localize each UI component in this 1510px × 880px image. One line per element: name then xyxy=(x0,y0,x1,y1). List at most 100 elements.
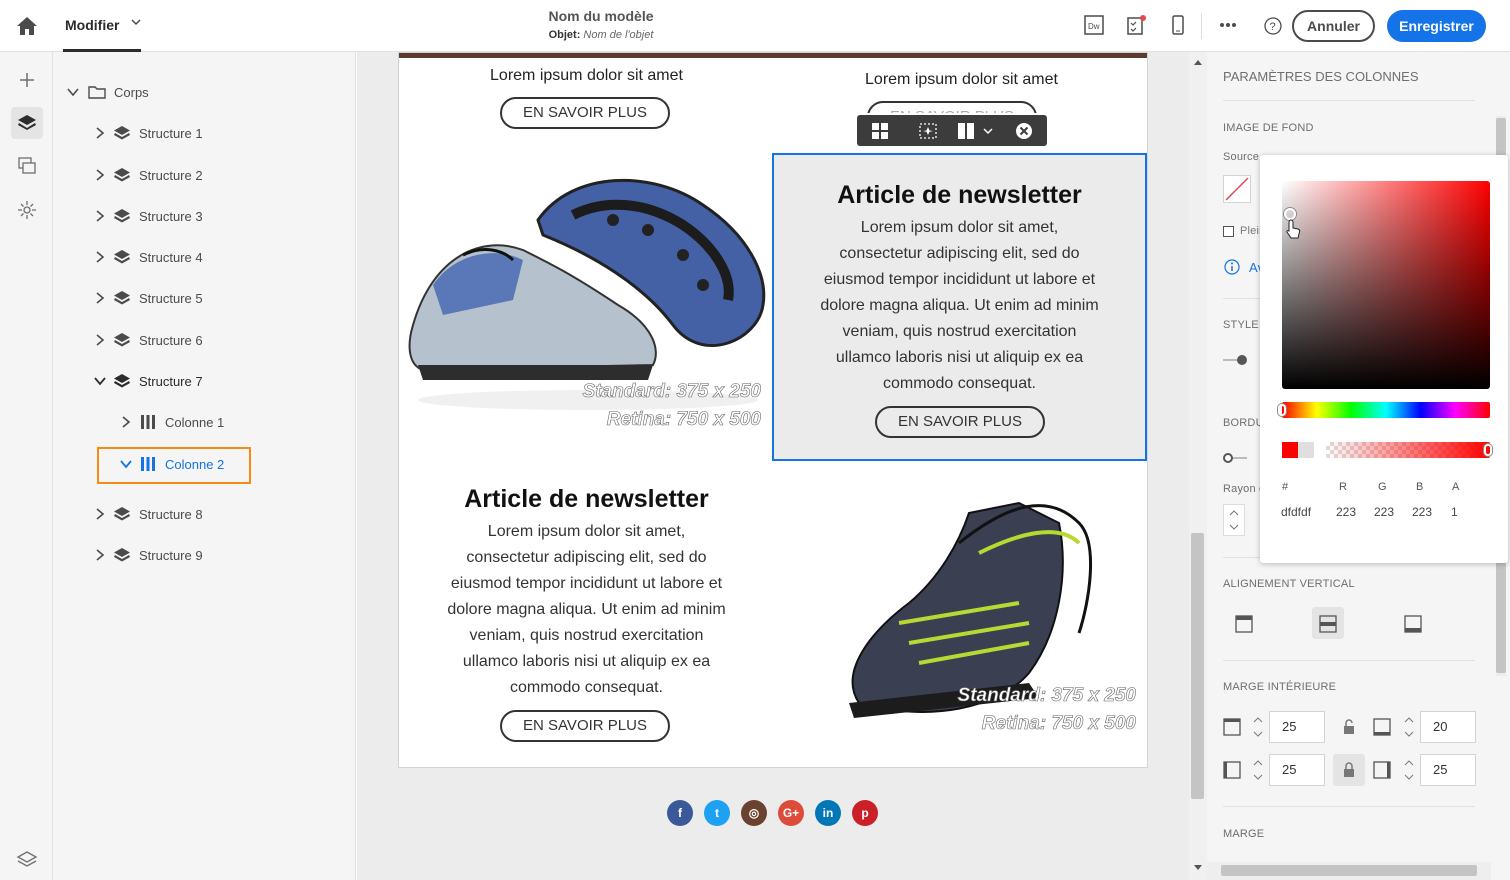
padding-right-input[interactable]: 25 xyxy=(1420,754,1476,786)
checklist-icon[interactable] xyxy=(1125,14,1147,36)
tree-item-structure-5[interactable]: Structure 5 xyxy=(93,288,203,308)
chevron-down-icon[interactable] xyxy=(93,374,107,388)
article-title[interactable]: Article de newsletter xyxy=(774,181,1145,210)
padding-bottom-stepper[interactable] xyxy=(1398,711,1420,743)
close-icon[interactable] xyxy=(1015,122,1033,140)
top-right-text[interactable]: Lorem ipsum dolor sit amet xyxy=(774,71,1149,89)
chevron-right-icon[interactable] xyxy=(119,415,133,429)
padding-left-stepper[interactable] xyxy=(1247,754,1269,786)
b-input[interactable]: 223 xyxy=(1412,505,1432,519)
tree-item-structure-7[interactable]: Structure 7 xyxy=(93,371,203,391)
svg-text:?: ? xyxy=(1270,21,1276,33)
instagram-icon[interactable]: ◎ xyxy=(741,800,767,826)
a-input[interactable]: 1 xyxy=(1451,505,1458,519)
tree-item-structure-9[interactable]: Structure 9 xyxy=(93,545,203,565)
radius-stepper[interactable] xyxy=(1223,504,1245,536)
template-name[interactable]: Nom du modèle xyxy=(0,8,1202,24)
subject-placeholder[interactable]: Nom de l'objet xyxy=(583,29,653,41)
article-title[interactable]: Article de newsletter xyxy=(399,485,774,514)
hex-input[interactable]: dfdfdf xyxy=(1281,505,1311,519)
selected-column[interactable]: Article de newsletter Lorem ipsum dolor … xyxy=(772,153,1147,461)
tree-item-structure-1[interactable]: Structure 1 xyxy=(93,123,203,143)
cancel-button[interactable]: Annuler xyxy=(1292,10,1375,42)
add-icon[interactable] xyxy=(15,68,39,92)
chevron-right-icon[interactable] xyxy=(93,168,107,182)
tree-item-structure-2[interactable]: Structure 2 xyxy=(93,165,203,185)
layer-settings-icon[interactable] xyxy=(15,848,39,872)
article-body[interactable]: Lorem ipsum dolor sit amet, consectetur … xyxy=(774,215,1145,397)
align-top-icon[interactable] xyxy=(1233,613,1255,635)
select-parent-icon[interactable] xyxy=(871,122,889,140)
scroll-up-icon[interactable] xyxy=(1193,58,1203,66)
mobile-preview-icon[interactable] xyxy=(1167,14,1189,36)
padding-top-input[interactable]: 25 xyxy=(1269,711,1325,743)
tree-item-colonne-2[interactable]: Colonne 2 xyxy=(119,454,224,474)
r-input[interactable]: 223 xyxy=(1336,505,1356,519)
tree-root[interactable]: Corps xyxy=(66,82,149,102)
alpha-handle[interactable] xyxy=(1484,444,1492,456)
unlock-icon[interactable] xyxy=(1338,716,1360,738)
tree-item-colonne-1[interactable]: Colonne 1 xyxy=(119,412,224,432)
chevron-right-icon[interactable] xyxy=(93,291,107,305)
padding-bottom-input[interactable]: 20 xyxy=(1420,711,1476,743)
align-bottom-icon[interactable] xyxy=(1402,613,1424,635)
more-icon[interactable] xyxy=(1217,14,1239,36)
chevron-down-icon[interactable] xyxy=(66,85,80,99)
tree-item-structure-8[interactable]: Structure 8 xyxy=(93,504,203,524)
tree-item-structure-3[interactable]: Structure 3 xyxy=(93,206,203,226)
learn-more-button-partial[interactable]: EN SAVOIR PLUS xyxy=(867,101,1037,113)
scroll-down-icon[interactable] xyxy=(1193,864,1203,872)
chevron-right-icon[interactable] xyxy=(93,209,107,223)
top-left-text[interactable]: Lorem ipsum dolor sit amet xyxy=(399,67,774,85)
tree-item-structure-6[interactable]: Structure 6 xyxy=(93,330,203,350)
panel-horizontal-scrollbar[interactable] xyxy=(1207,862,1491,880)
google-plus-icon[interactable]: G+ xyxy=(778,800,804,826)
save-button[interactable]: Enregistrer xyxy=(1387,10,1486,42)
article-line: Lorem ipsum dolor sit amet, xyxy=(487,523,686,540)
pinterest-icon[interactable]: p xyxy=(852,800,878,826)
hue-handle[interactable] xyxy=(1278,404,1286,416)
facebook-icon[interactable]: f xyxy=(667,800,693,826)
border-slider-handle[interactable] xyxy=(1223,453,1233,463)
running-shoe-image[interactable] xyxy=(403,175,773,415)
subject-line[interactable]: Objet: Nom de l'objet xyxy=(0,29,1202,41)
chevron-right-icon[interactable] xyxy=(93,250,107,264)
padding-top-stepper[interactable] xyxy=(1247,711,1269,743)
saturation-area[interactable] xyxy=(1282,181,1490,389)
alpha-slider[interactable] xyxy=(1326,442,1490,458)
canvas-scroll-thumb[interactable] xyxy=(1191,533,1204,799)
twitter-icon[interactable]: t xyxy=(704,800,730,826)
full-width-checkbox[interactable] xyxy=(1223,226,1234,237)
help-icon[interactable]: ? xyxy=(1262,15,1284,37)
learn-more-button[interactable]: EN SAVOIR PLUS xyxy=(500,97,670,129)
assets-icon[interactable] xyxy=(15,154,39,178)
border-slider-track[interactable] xyxy=(1233,457,1247,459)
padding-right-stepper[interactable] xyxy=(1398,754,1420,786)
hex-label: # xyxy=(1282,481,1289,493)
article-body[interactable]: Lorem ipsum dolor sit amet, consectetur … xyxy=(399,519,774,701)
chevron-right-icon[interactable] xyxy=(93,548,107,562)
chevron-right-icon[interactable] xyxy=(93,126,107,140)
no-color-swatch-icon[interactable] xyxy=(1223,175,1251,203)
chevron-right-icon[interactable] xyxy=(93,507,107,521)
g-input[interactable]: 223 xyxy=(1374,505,1394,519)
learn-more-button[interactable]: EN SAVOIR PLUS xyxy=(875,406,1045,438)
panel-horizontal-thumb[interactable] xyxy=(1221,865,1477,876)
hue-slider[interactable] xyxy=(1282,402,1490,418)
chevron-down-icon[interactable] xyxy=(983,126,993,136)
linkedin-icon[interactable]: in xyxy=(815,800,841,826)
chevron-right-icon[interactable] xyxy=(93,333,107,347)
tree-item-structure-4[interactable]: Structure 4 xyxy=(93,247,203,267)
learn-more-button[interactable]: EN SAVOIR PLUS xyxy=(500,710,670,742)
structure-icon xyxy=(114,250,130,264)
layers-icon[interactable] xyxy=(15,111,39,135)
lock-icon[interactable] xyxy=(1338,759,1360,781)
dreamweaver-icon[interactable]: Dw xyxy=(1083,14,1105,36)
style-slider-handle[interactable] xyxy=(1237,355,1247,365)
columns-icon[interactable] xyxy=(957,122,975,140)
padding-left-input[interactable]: 25 xyxy=(1269,754,1325,786)
personalization-icon[interactable] xyxy=(15,198,39,222)
fragment-icon[interactable] xyxy=(919,122,937,140)
chevron-down-icon[interactable] xyxy=(119,457,133,471)
align-middle-icon[interactable] xyxy=(1317,613,1339,635)
